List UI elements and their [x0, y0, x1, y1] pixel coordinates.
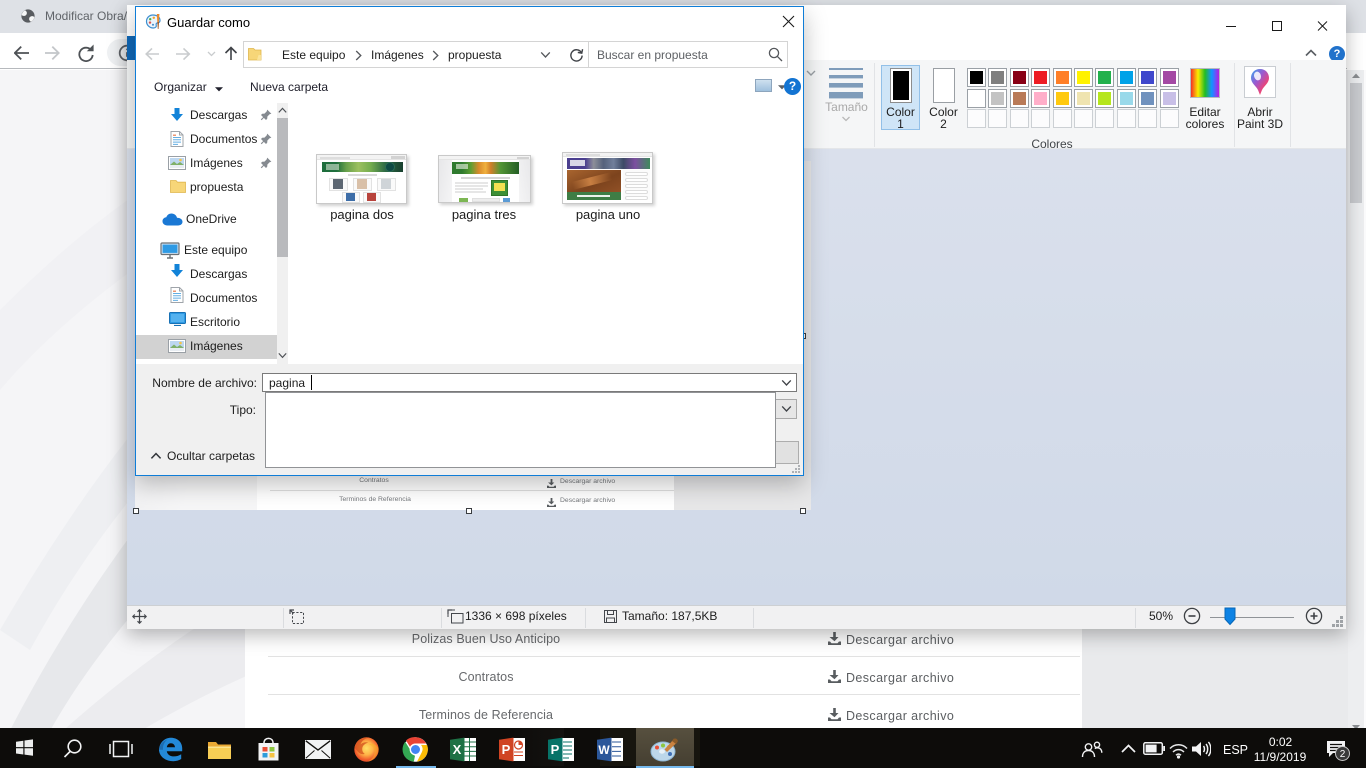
svg-text:X: X [453, 742, 462, 757]
svg-text:P: P [502, 742, 511, 757]
svg-text:W: W [598, 743, 610, 757]
svg-text:P: P [551, 742, 560, 757]
